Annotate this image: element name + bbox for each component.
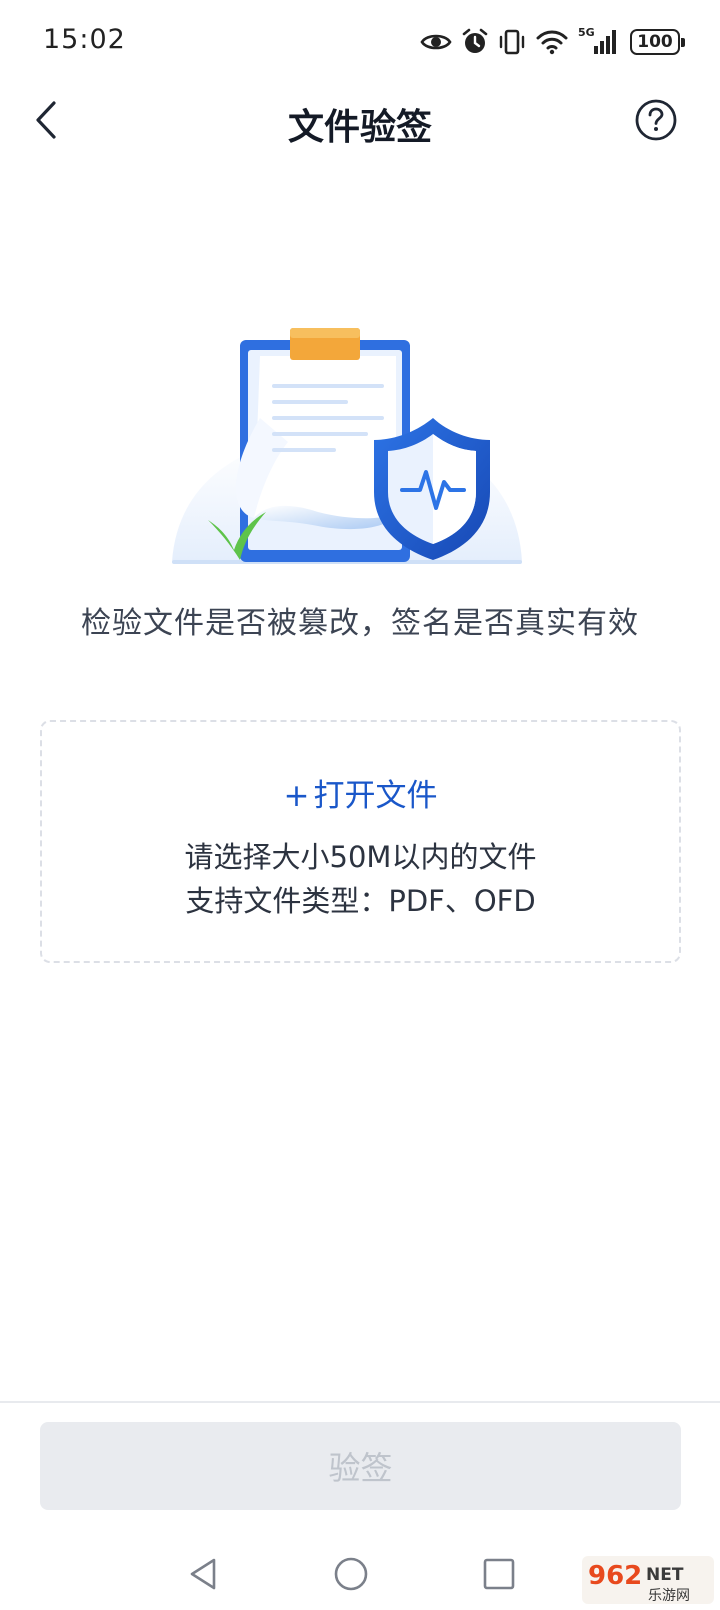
wifi-icon [536, 30, 568, 55]
signal-icon: 5G [578, 26, 620, 56]
open-file-dropzone[interactable]: + 打开文件 请选择大小50M以内的文件 支持文件类型：PDF、OFD [40, 720, 681, 963]
watermark-logo: 962 NET 乐游网 [582, 1556, 714, 1604]
page-title: 文件验签 [287, 107, 432, 148]
document-shield-illustration [172, 328, 522, 564]
watermark-suffix: NET [646, 1565, 684, 1585]
plus-icon: + [283, 778, 310, 814]
file-type-hint: 支持文件类型：PDF、OFD [185, 884, 536, 918]
battery-icon: 100 [630, 29, 685, 55]
watermark-brand: 962 [588, 1561, 642, 1591]
vibrate-icon [499, 29, 525, 55]
status-time: 15:02 [43, 24, 126, 55]
open-file-button[interactable]: + 打开文件 [42, 770, 679, 815]
open-file-label: 打开文件 [313, 778, 438, 814]
alarm-icon [462, 28, 488, 53]
nav-back-icon[interactable] [182, 1552, 226, 1596]
status-bar: 15:02 5G 100 [0, 0, 720, 84]
verify-button[interactable]: 验签 [40, 1422, 681, 1510]
bottom-divider [0, 1401, 720, 1403]
status-icons: 5G 100 [420, 26, 685, 58]
watermark-sub: 乐游网 [648, 1588, 690, 1604]
file-size-hint: 请选择大小50M以内的文件 [184, 840, 537, 874]
nav-recents-icon[interactable] [477, 1552, 521, 1596]
nav-home-icon[interactable] [329, 1552, 373, 1596]
tagline: 检验文件是否被篡改，签名是否真实有效 [81, 606, 639, 641]
header: 文件验签 [0, 84, 720, 156]
battery-level: 100 [637, 32, 673, 52]
question-circle-icon[interactable] [634, 98, 678, 142]
eye-icon [420, 34, 452, 50]
